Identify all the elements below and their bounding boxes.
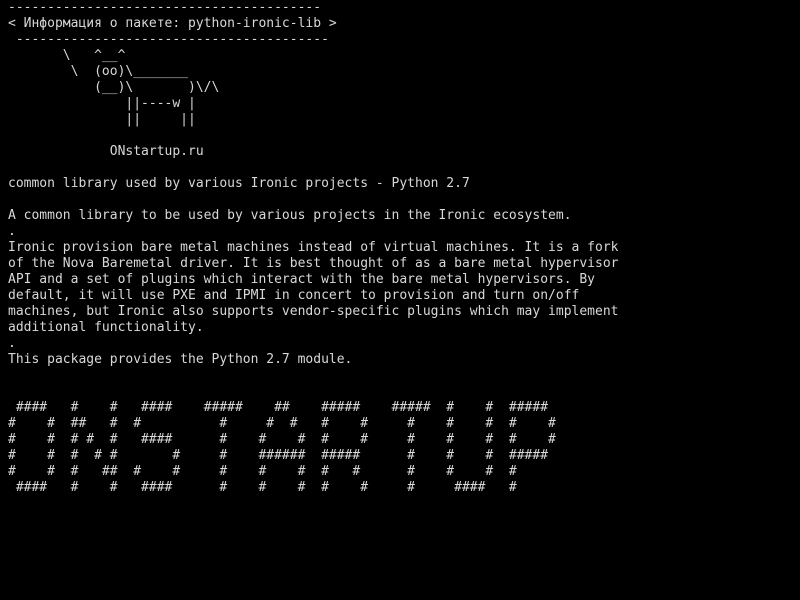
description-line: Ironic provision bare metal machines ins… xyxy=(8,240,619,255)
banner-line: # # # ## # # # # # # # # # # # xyxy=(8,464,517,479)
site-name: ONstartup.ru xyxy=(8,144,204,159)
description-line: This package provides the Python 2.7 mod… xyxy=(8,352,353,367)
banner-line: #### # # #### # # # # # # #### # xyxy=(8,480,517,495)
cow-line: ||----w | xyxy=(8,96,196,111)
header-rule-bottom: ---------------------------------------- xyxy=(8,32,329,47)
cow-line: (__)\ )\/\ xyxy=(8,80,220,95)
description-line: . xyxy=(8,224,16,239)
cowsay-ascii-art: \ ^__^ \ (oo)\_______ (__)\ )\/\ ||----w… xyxy=(8,48,800,128)
banner-line: # # # # # #### # # # # # # # # # # xyxy=(8,432,556,447)
description-line: of the Nova Baremetal driver. It is best… xyxy=(8,256,619,271)
description-line: default, it will use PXE and IPMI in con… xyxy=(8,288,580,303)
description-line: . xyxy=(8,336,16,351)
description-line: additional functionality. xyxy=(8,320,204,335)
terminal-screen[interactable]: ----------------------------------------… xyxy=(0,0,800,600)
package-summary: common library used by various Ironic pr… xyxy=(8,176,470,191)
package-info-title: < Информация о пакете: python-ironic-lib… xyxy=(8,16,337,31)
description-line: A common library to be used by various p… xyxy=(8,208,572,223)
cow-line: || || xyxy=(8,112,196,127)
banner-line: #### # # #### ##### ## ##### ##### # # #… xyxy=(8,400,549,415)
onstartup-ascii-banner: #### # # #### ##### ## ##### ##### # # #… xyxy=(8,400,800,496)
description-line: API and a set of plugins which interact … xyxy=(8,272,595,287)
banner-line: # # ## # # # # # # # # # # # # xyxy=(8,416,556,431)
description-line: machines, but Ironic also supports vendo… xyxy=(8,304,619,319)
cow-line: \ ^__^ xyxy=(8,48,126,63)
package-description: A common library to be used by various p… xyxy=(8,208,800,368)
banner-line: # # # # # # # ###### ##### # # # ##### xyxy=(8,448,549,463)
message-header: ----------------------------------------… xyxy=(8,0,800,48)
cow-line: \ (oo)\_______ xyxy=(8,64,189,79)
header-rule-top: ---------------------------------------- xyxy=(8,0,322,15)
